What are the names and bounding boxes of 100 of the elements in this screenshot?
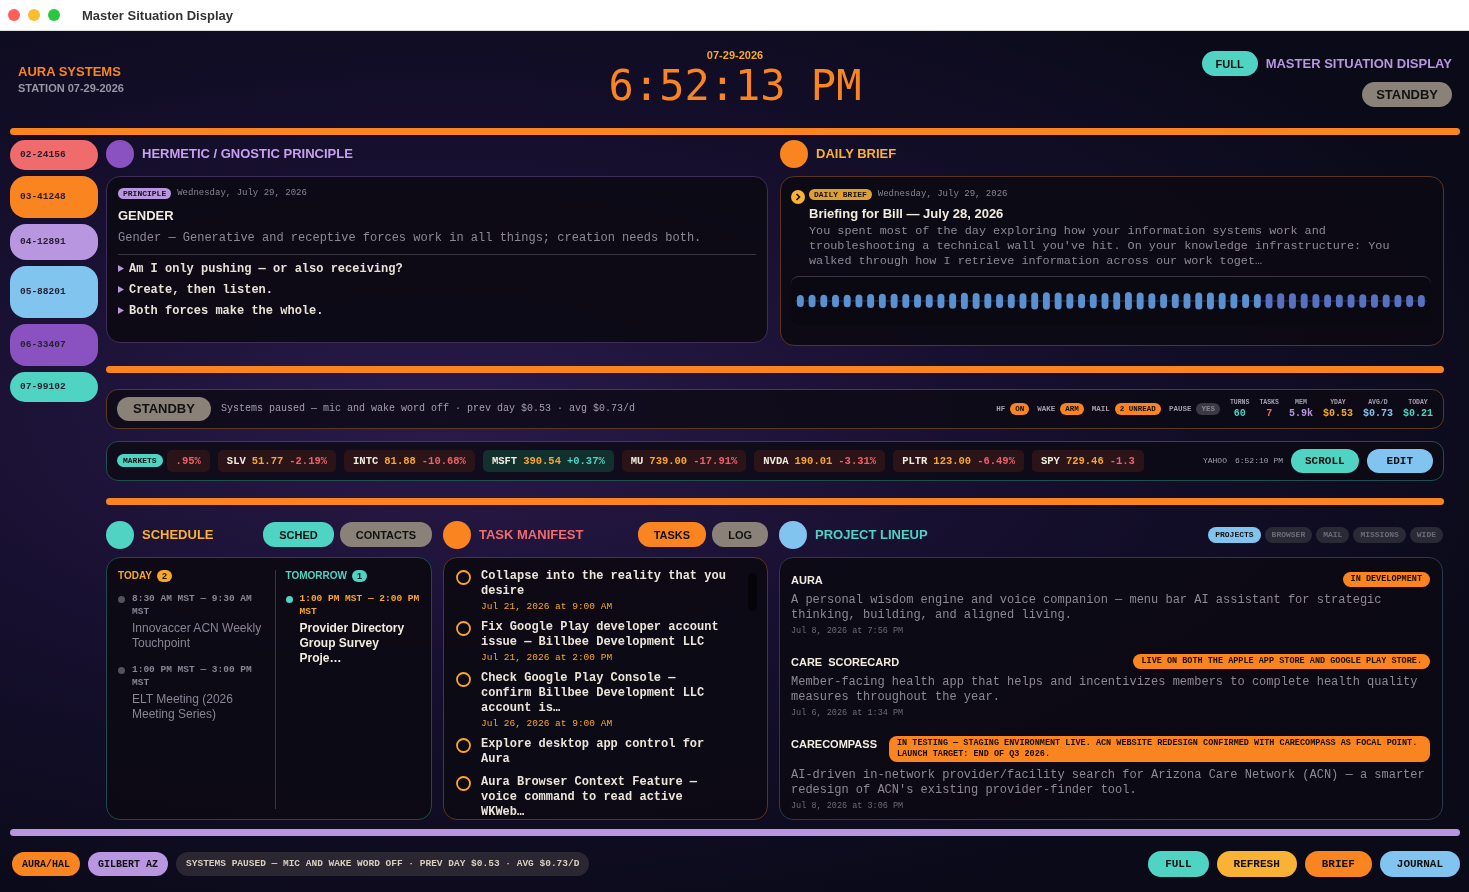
event-time: 1:00 PM MST — 3:00 PM MST bbox=[132, 662, 253, 689]
circle-icon bbox=[106, 520, 134, 549]
status-message: Systems paused — mic and wake word off · prev day $0.53 · avg $0.73/d bbox=[220, 403, 636, 415]
task-title: Collapse into the reality that you desire bbox=[481, 568, 726, 599]
edit-button[interactable]: EDIT bbox=[1366, 448, 1433, 473]
tab[interactable]: CONTACTS bbox=[339, 522, 432, 548]
ticker-symbol: PLTR bbox=[902, 454, 928, 467]
sidebar-item[interactable]: 07-99102 bbox=[10, 371, 98, 402]
ticker-change: -2.19% bbox=[289, 454, 328, 467]
checkbox-icon[interactable] bbox=[456, 737, 471, 753]
footer-button[interactable]: REFRESH bbox=[1216, 851, 1297, 878]
footer-button[interactable]: BRIEF bbox=[1304, 851, 1372, 878]
status-badge: IN DEVELOPMENT bbox=[1342, 571, 1430, 587]
card-summary: Gender — Generative and receptive forces work in all things; creation needs both. bbox=[118, 230, 756, 255]
project-description: Member-facing health app that helps and incentivizes members to complete health quality measures throughout the year. bbox=[791, 674, 1419, 705]
sidebar-item[interactable]: 04-12891 bbox=[10, 223, 98, 260]
project-date: Jul 6, 2026 at 1:34 PM bbox=[791, 707, 905, 718]
task-due: Jul 26, 2026 at 9:00 AM bbox=[481, 717, 614, 729]
status-message: SYSTEMS PAUSED — MIC AND WAKE WORD OFF · PREV DAY $0.53 · AVG $0.73/D bbox=[176, 852, 590, 877]
panel-title: TASK MANIFEST bbox=[479, 527, 584, 543]
event-title[interactable]: Provider Directory Group Survey Proje… bbox=[299, 620, 423, 666]
project-name: CARE SCORECARD bbox=[791, 654, 900, 668]
project-description: A personal wisdom engine and voice companion — menu bar AI assistant for strategic thinking, building, and aligned living. bbox=[791, 592, 1383, 623]
ticker-change: -10.68% bbox=[421, 454, 466, 467]
brief-heading: Briefing for Bill — July 28, 2026 bbox=[809, 205, 1005, 221]
brand-name: AURA SYSTEMS bbox=[18, 64, 122, 80]
circle-icon bbox=[443, 520, 471, 549]
tab[interactable]: PROJECTS bbox=[1208, 526, 1261, 543]
sidebar-item[interactable]: 03-41248 bbox=[10, 175, 98, 218]
scroll-button[interactable]: SCROLL bbox=[1291, 448, 1359, 473]
checkbox-icon[interactable] bbox=[456, 569, 471, 585]
project-name: AURA bbox=[791, 572, 823, 586]
ticker-symbol: SLV bbox=[226, 454, 246, 467]
circle-icon bbox=[106, 139, 134, 168]
window-title: Master Situation Display bbox=[82, 7, 233, 23]
ticker-price: 123.00 bbox=[933, 454, 972, 467]
footer-button[interactable]: FULL bbox=[1148, 851, 1209, 878]
stat-value: $0.53 bbox=[1322, 407, 1353, 419]
day-label: TODAY bbox=[118, 570, 152, 582]
circle-icon bbox=[780, 139, 808, 168]
update-time: 6:52:10 PM bbox=[1234, 456, 1283, 466]
count-badge: 2 bbox=[156, 569, 172, 582]
sidebar-item[interactable]: 05-88201 bbox=[10, 265, 98, 318]
card-heading: GENDER bbox=[118, 207, 175, 223]
stat-value: $0.73 bbox=[1362, 407, 1393, 419]
circle-icon bbox=[779, 520, 807, 549]
stat-value: 7 bbox=[1266, 407, 1273, 419]
ticker-change: +0.37% bbox=[566, 454, 605, 467]
checkbox-icon[interactable] bbox=[456, 620, 471, 636]
location-tag[interactable]: AURA/HAL bbox=[12, 852, 80, 877]
card-date: Wednesday, July 29, 2026 bbox=[177, 188, 307, 199]
card-date: Wednesday, July 29, 2026 bbox=[877, 189, 1008, 200]
location-tag[interactable]: GILBERT AZ bbox=[88, 852, 169, 877]
footer-button[interactable]: JOURNAL bbox=[1379, 851, 1460, 878]
ticker-change: -1.3 bbox=[1109, 454, 1135, 467]
task-due: Jul 21, 2026 at 2:00 PM bbox=[481, 651, 614, 663]
bullet-icon bbox=[118, 286, 124, 294]
bullet-text: Am I only pushing — or also receiving? bbox=[129, 261, 403, 276]
ticker-change: -17.91% bbox=[693, 454, 738, 467]
sidebar-item[interactable]: 02-24156 bbox=[10, 139, 98, 170]
panel-title: SCHEDULE bbox=[142, 527, 214, 543]
status-badge: IN TESTING — STAGING ENVIRONMENT LIVE. ACN WEBSITE REDESIGN CONFIRMED WITH CARECOMPASS AS FOCAL POINT. LAUNCH TARGET: END OF Q3 2026. bbox=[889, 735, 1430, 762]
day-label: TOMORROW bbox=[285, 570, 347, 582]
event-title[interactable]: ELT Meeting (2026 Meeting Series) bbox=[132, 691, 267, 722]
event-title[interactable]: Innovaccer ACN Weekly Touchpoint bbox=[132, 620, 267, 651]
ticker-change: -3.31% bbox=[838, 454, 877, 467]
standby-button[interactable]: STANDBY bbox=[1362, 82, 1452, 108]
display-title: MASTER SITUATION DISPLAY bbox=[1265, 56, 1452, 72]
task-title: Aura Browser Context Feature — voice command to read active WKWeb… bbox=[481, 774, 699, 819]
stat-value: 60 bbox=[1233, 407, 1246, 419]
ticker-symbol: MU bbox=[630, 454, 644, 467]
stat-value: 5.9k bbox=[1288, 407, 1313, 419]
markets-label: MARKETS bbox=[117, 454, 163, 468]
ticker-symbol: MSFT bbox=[491, 454, 518, 467]
tab[interactable]: LOG bbox=[712, 522, 768, 548]
project-date: Jul 8, 2026 at 7:56 PM bbox=[791, 625, 905, 636]
task-title: Explore desktop app control for Aura bbox=[481, 736, 706, 767]
ticker-price: 729.46 bbox=[1065, 454, 1104, 467]
close-icon[interactable] bbox=[8, 9, 20, 21]
task-title: Check Google Play Console — confirm Billbee Development LLC account is… bbox=[481, 670, 706, 716]
tab[interactable]: TASKS bbox=[637, 522, 707, 548]
checkbox-icon[interactable] bbox=[456, 671, 471, 687]
tab[interactable]: SCHED bbox=[263, 522, 334, 548]
count-badge: 1 bbox=[352, 569, 367, 582]
standby-button[interactable]: STANDBY bbox=[117, 396, 211, 421]
ticker-symbol: INTC bbox=[353, 454, 379, 467]
checkbox-icon[interactable] bbox=[456, 775, 471, 791]
bullet-text: Create, then listen. bbox=[129, 282, 274, 297]
chevron-icon[interactable] bbox=[791, 189, 805, 204]
ticker-price: 739.00 bbox=[649, 454, 688, 467]
event-time: 8:30 AM MST — 9:30 AM MST bbox=[132, 591, 253, 618]
full-button[interactable]: FULL bbox=[1201, 51, 1258, 77]
panel-title: PROJECT LINEUP bbox=[815, 527, 928, 543]
ticker-change: .95% bbox=[175, 454, 201, 467]
task-title: Fix Google Play developer account issue — Billbee Development LLC bbox=[481, 619, 720, 650]
ticker-price: 390.54 bbox=[523, 454, 561, 467]
project-name: CARECOMPASS bbox=[791, 736, 877, 750]
status-badge: LIVE ON BOTH THE APPLE APP STORE AND GOOGLE PLAY STORE. bbox=[1133, 653, 1430, 669]
principle-badge: PRINCIPLE bbox=[118, 187, 172, 199]
ticker-symbol: NVDA bbox=[763, 454, 789, 467]
